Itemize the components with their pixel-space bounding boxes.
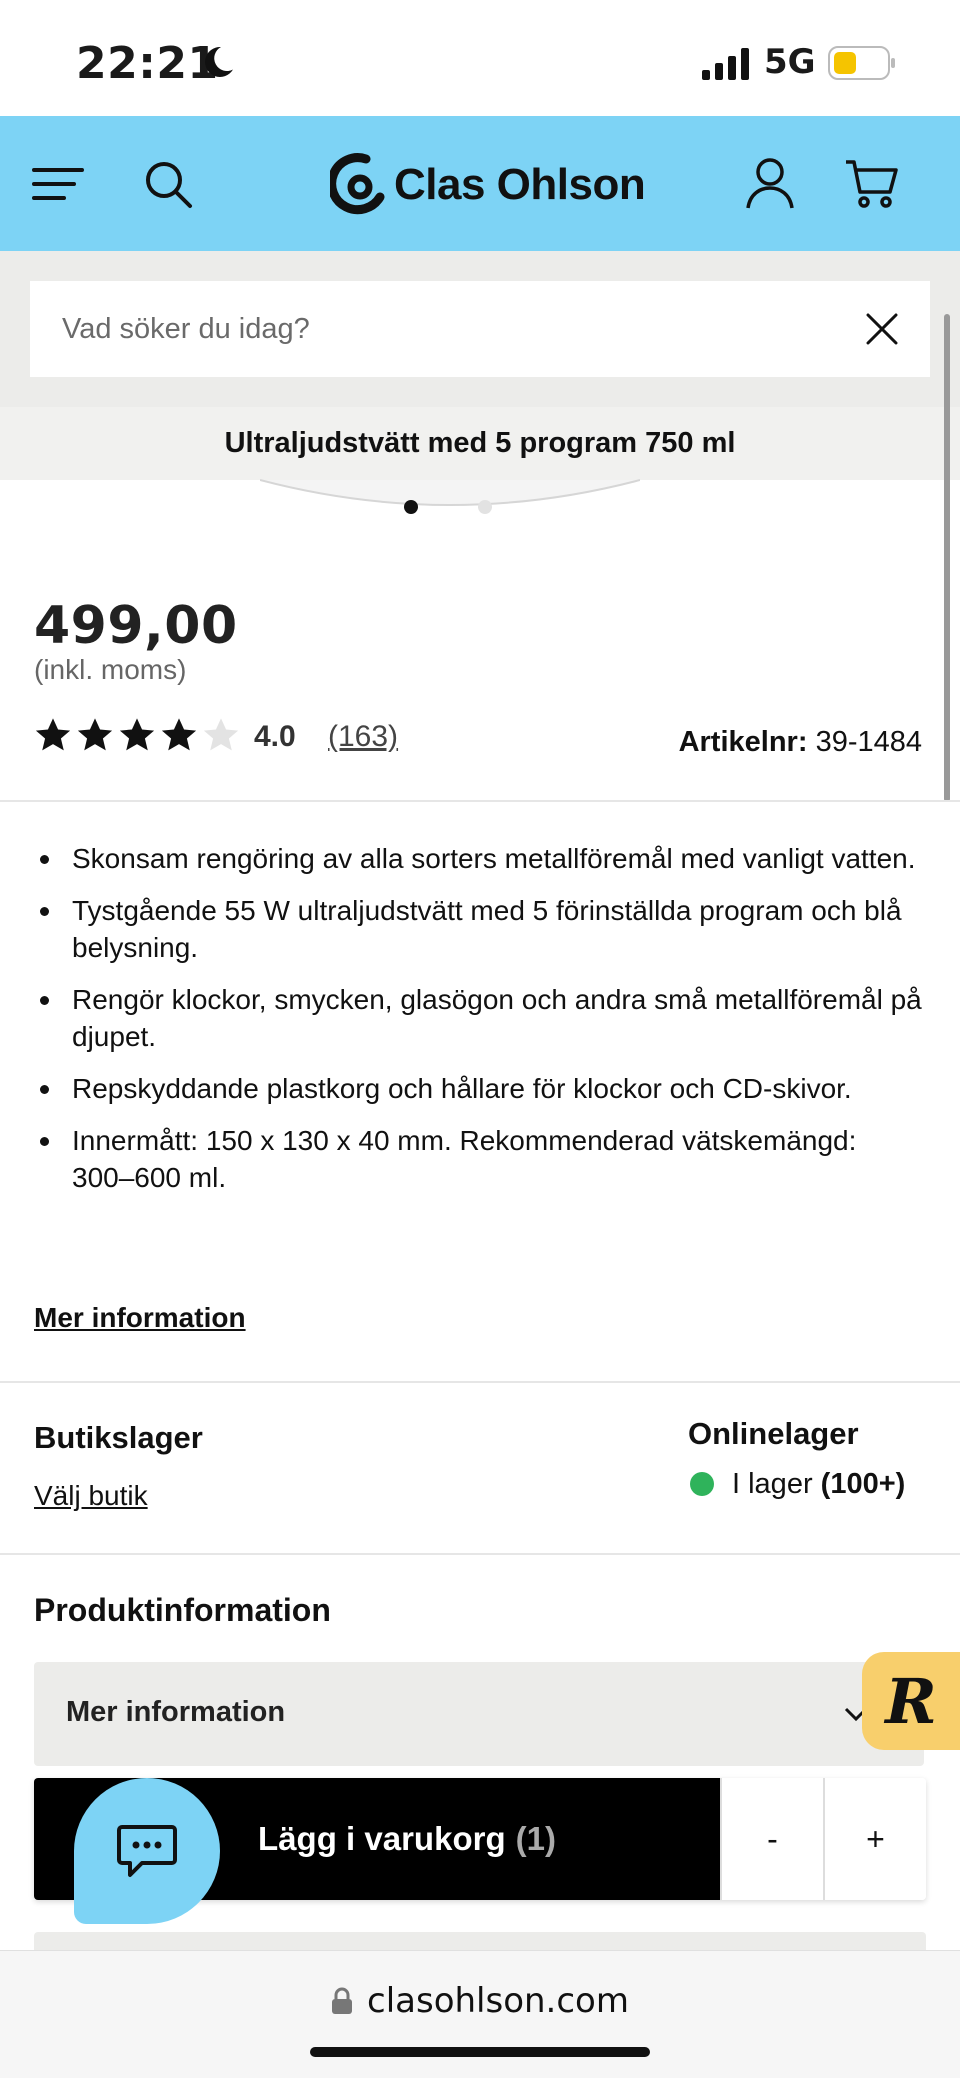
cart-quantity: (1) bbox=[515, 1820, 556, 1857]
rewards-badge-letter: R bbox=[885, 1664, 937, 1738]
battery-icon bbox=[828, 46, 895, 80]
online-stock-status: I lager (100+) bbox=[732, 1468, 905, 1501]
scrollbar[interactable] bbox=[944, 314, 950, 802]
more-info-link[interactable]: Mer information bbox=[34, 1302, 246, 1334]
logo-mark-icon bbox=[330, 153, 385, 215]
list-item: Rengör klockor, smycken, glasögon och an… bbox=[34, 981, 924, 1055]
home-indicator[interactable] bbox=[310, 2047, 650, 2057]
divider bbox=[0, 1381, 960, 1383]
decrease-quantity-button[interactable]: - bbox=[720, 1778, 823, 1900]
list-item: Innermått: 150 x 130 x 40 mm. Rekommende… bbox=[34, 1122, 924, 1196]
more-info-accordion[interactable]: Mer information bbox=[34, 1662, 924, 1766]
search-area bbox=[0, 251, 960, 407]
rating-stars[interactable] bbox=[34, 716, 240, 754]
search-icon[interactable] bbox=[140, 156, 196, 212]
divider bbox=[0, 1553, 960, 1555]
rewards-badge[interactable]: R bbox=[862, 1652, 960, 1750]
url-text: clasohlson.com bbox=[367, 1981, 629, 2021]
list-item: Skonsam rengöring av alla sorters metall… bbox=[34, 840, 924, 877]
site-header: Clas Ohlson bbox=[0, 116, 960, 251]
add-to-cart-label: Lägg i varukorg bbox=[258, 1820, 506, 1857]
rating-value: 4.0 bbox=[254, 720, 296, 753]
stock-status-indicator bbox=[690, 1472, 714, 1496]
review-count-link[interactable]: (163) bbox=[328, 720, 398, 754]
search-box bbox=[30, 281, 930, 377]
feature-list: Skonsam rengöring av alla sorters metall… bbox=[34, 840, 924, 1211]
status-time: 22:21 bbox=[76, 38, 219, 89]
lock-icon bbox=[332, 1987, 352, 2014]
brand-logo[interactable]: Clas Ohlson bbox=[330, 150, 646, 220]
vat-note: (inkl. moms) bbox=[34, 654, 187, 685]
status-bar: 22:21 5G bbox=[0, 0, 960, 116]
increase-quantity-button[interactable]: + bbox=[823, 1778, 926, 1900]
online-stock-heading: Onlinelager bbox=[688, 1416, 859, 1451]
choose-store-link[interactable]: Välj butik bbox=[34, 1480, 148, 1512]
cart-icon[interactable] bbox=[844, 156, 900, 212]
article-value: 39-1484 bbox=[815, 726, 922, 758]
star-empty-icon bbox=[203, 718, 239, 751]
star-filled-icon bbox=[77, 718, 113, 751]
stock-status-label: I lager bbox=[732, 1468, 813, 1500]
brand-name: Clas Ohlson bbox=[394, 160, 646, 209]
divider bbox=[0, 800, 960, 802]
product-price: 499,00 bbox=[34, 596, 238, 656]
signal-icon bbox=[702, 48, 749, 80]
menu-icon[interactable] bbox=[30, 156, 86, 212]
address-bar[interactable]: clasohlson.com bbox=[0, 1981, 960, 2021]
browser-bottom-bar: clasohlson.com bbox=[0, 1950, 960, 2078]
carousel-dot[interactable] bbox=[404, 500, 418, 514]
carousel-dot[interactable] bbox=[478, 500, 492, 514]
article-label: Artikelnr: bbox=[678, 726, 808, 758]
store-stock-heading: Butikslager bbox=[34, 1420, 203, 1455]
account-icon[interactable] bbox=[742, 154, 798, 210]
list-item: Tystgående 55 W ultraljudstvätt med 5 fö… bbox=[34, 892, 924, 966]
moon-icon bbox=[205, 46, 233, 77]
star-filled-icon bbox=[119, 718, 155, 751]
chat-icon bbox=[117, 1825, 177, 1877]
article-number: Artikelnr: 39-1484 bbox=[679, 726, 922, 759]
image-carousel-dots bbox=[404, 500, 492, 514]
accordion-label: Mer information bbox=[66, 1696, 286, 1728]
product-info-heading: Produktinformation bbox=[34, 1592, 331, 1628]
list-item: Repskyddande plastkorg och hållare för k… bbox=[34, 1070, 924, 1107]
network-label: 5G bbox=[764, 42, 816, 82]
star-filled-icon bbox=[161, 718, 197, 751]
chat-button[interactable] bbox=[74, 1778, 220, 1924]
star-filled-icon bbox=[35, 718, 71, 751]
stock-count: (100+) bbox=[820, 1468, 906, 1500]
search-input[interactable] bbox=[62, 281, 842, 377]
close-icon[interactable] bbox=[864, 311, 900, 347]
